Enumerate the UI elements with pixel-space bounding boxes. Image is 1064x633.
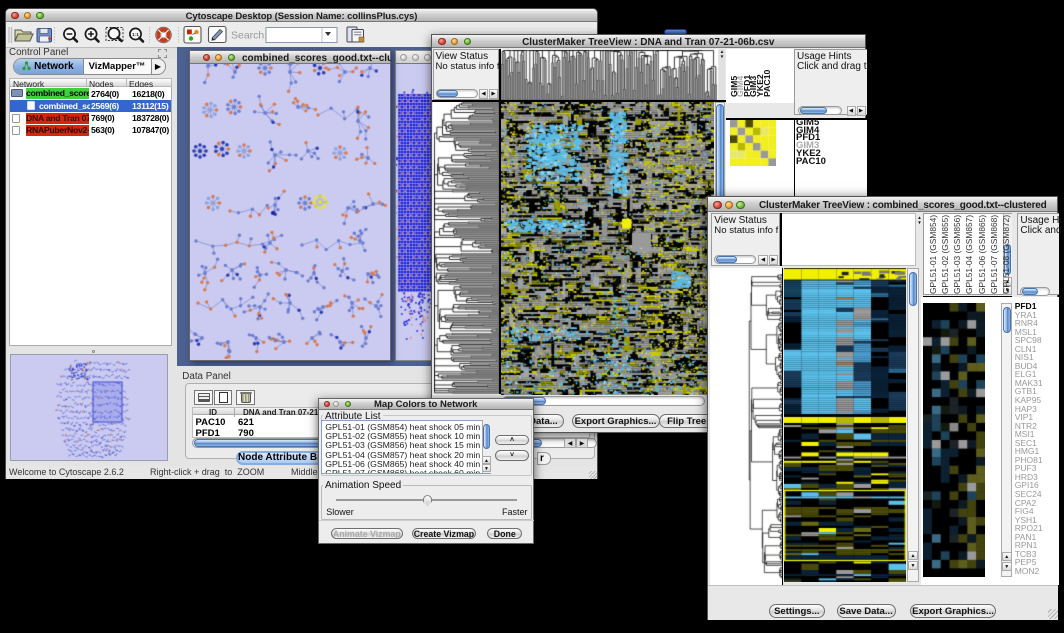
svg-text:1:1: 1:1 <box>132 32 139 38</box>
svg-text:Search:: Search: <box>231 29 267 41</box>
